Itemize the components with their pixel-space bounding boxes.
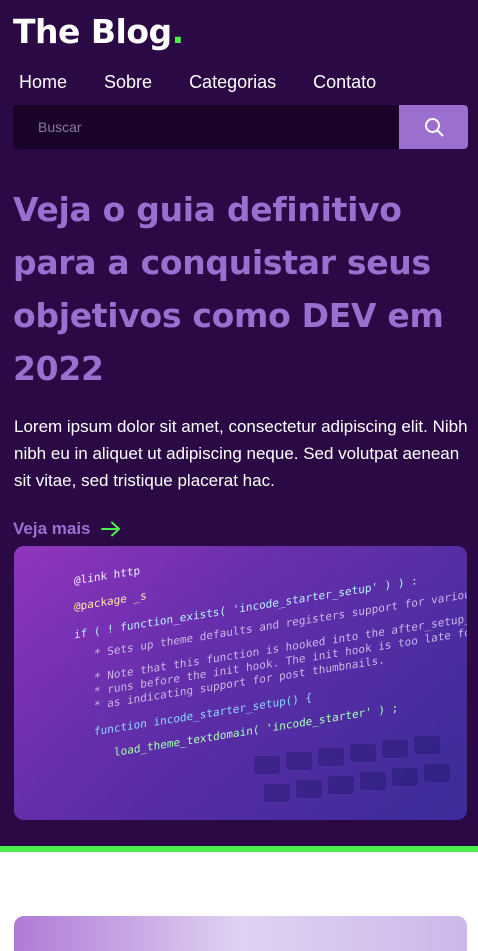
logo-dot: . [171, 12, 185, 51]
nav-item-home[interactable]: Home [19, 72, 67, 93]
featured-title: Veja o guia definitivo para a conquistar… [13, 190, 444, 388]
logo[interactable]: The Blog. [13, 12, 184, 51]
code-laptop-illustration: @link http @package _s if ( ! function_e… [14, 546, 467, 820]
featured-excerpt: Lorem ipsum dolor sit amet, consectetur … [14, 417, 468, 490]
read-more-link[interactable]: Veja mais [13, 519, 121, 539]
next-post-image[interactable] [14, 916, 467, 951]
search-input[interactable] [13, 105, 399, 149]
main-nav: Home Sobre Categorias Contato [19, 72, 413, 93]
nav-item-contato[interactable]: Contato [313, 72, 376, 93]
arrow-right-icon [100, 521, 120, 537]
hero-section: The Blog. Home Sobre Categorias Contato … [0, 0, 478, 846]
read-more-label: Veja mais [13, 519, 91, 538]
featured-image: @link http @package _s if ( ! function_e… [14, 546, 467, 820]
logo-text: The Blog [13, 12, 172, 51]
section-divider [0, 846, 478, 852]
search-icon [424, 118, 443, 137]
nav-item-sobre[interactable]: Sobre [104, 72, 152, 93]
search-bar [13, 105, 468, 149]
search-button[interactable] [399, 105, 468, 149]
nav-item-categorias[interactable]: Categorias [189, 72, 276, 93]
